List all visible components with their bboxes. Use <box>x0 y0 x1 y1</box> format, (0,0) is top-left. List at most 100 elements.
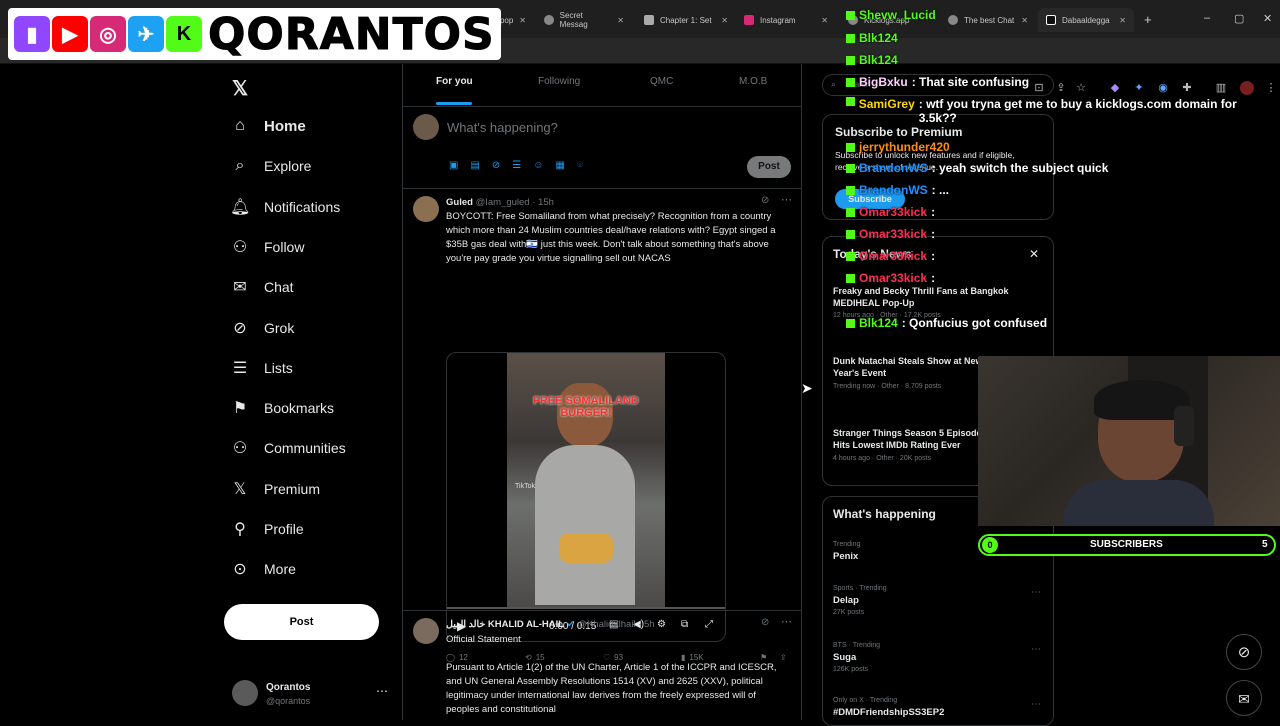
chat-username[interactable]: BrandonWS <box>859 161 928 175</box>
close-icon[interactable]: ✕ <box>721 16 728 25</box>
gif-icon[interactable]: ▤ <box>470 160 479 171</box>
chat-username[interactable]: Omar33kick <box>859 227 927 241</box>
grok-icon[interactable]: ⊘ <box>761 195 769 206</box>
avatar[interactable] <box>413 196 439 222</box>
chat-username[interactable]: BigBxku <box>859 75 908 89</box>
news-item[interactable]: Freaky and Becky Thrill Fans at Bangkok … <box>833 285 1023 319</box>
chat-username[interactable]: Omar33kick <box>859 249 927 263</box>
chat-username[interactable]: Blk124 <box>859 31 898 45</box>
puzzle-icon[interactable]: ✚ <box>1180 81 1194 95</box>
sidebar-item-explore[interactable]: ⌕ Explore <box>230 151 312 181</box>
sidebar-item-label: Explore <box>264 158 312 175</box>
author-handle[interactable]: @Khalidalhail <box>577 619 635 630</box>
compose-post-button[interactable]: Post <box>747 156 791 178</box>
sidebar-item-notifications[interactable]: 🔔︎ Notifications <box>230 192 340 222</box>
tab-qmc[interactable]: QMC <box>650 76 673 87</box>
emoji-icon[interactable]: ☺ <box>533 160 543 171</box>
sidebar-item-more[interactable]: ⊙ More <box>230 554 296 584</box>
tab-mob[interactable]: M.O.B <box>739 76 767 87</box>
image-icon[interactable]: ▣ <box>449 160 458 171</box>
compose-input[interactable]: What's happening? <box>447 120 558 135</box>
more-icon[interactable]: ⋯ <box>1031 644 1041 655</box>
sidebar-item-communities[interactable]: ⚇ Communities <box>230 433 346 463</box>
chat-username[interactable]: Shevw_Lucid <box>859 8 936 22</box>
minimize-icon[interactable]: – <box>1204 12 1210 24</box>
chat-username[interactable]: Omar33kick <box>859 271 927 285</box>
close-icon[interactable]: ✕ <box>1029 247 1039 261</box>
share-icon[interactable]: ⇪ <box>1054 81 1068 95</box>
chat-username[interactable]: SamiGrey <box>859 97 915 111</box>
sidebar-item-premium[interactable]: 𝕏 Premium <box>230 474 320 504</box>
author-name[interactable]: خالد الهيل KHALID AL-HAIL <box>446 619 564 630</box>
browser-tab[interactable]: Instagram ✕ <box>736 8 836 32</box>
tab-for-you[interactable]: For you <box>436 76 473 87</box>
schedule-icon[interactable]: ▦ <box>555 160 564 171</box>
tweet-time[interactable]: 15h <box>538 197 554 208</box>
more-icon[interactable]: ⋯ <box>781 615 792 628</box>
avatar[interactable] <box>413 618 439 644</box>
post-button[interactable]: Post <box>224 604 379 640</box>
more-icon[interactable]: ⋯ <box>1031 587 1041 598</box>
messages-icon[interactable]: ✉ <box>1226 680 1262 716</box>
news-item[interactable]: Dunk Natachai Steals Show at New Year's … <box>833 355 983 390</box>
new-tab-button[interactable]: + <box>1144 12 1152 27</box>
author-name[interactable]: Guled <box>446 197 473 208</box>
close-icon[interactable]: ✕ <box>617 16 624 25</box>
close-window-icon[interactable]: ✕ <box>1263 12 1272 25</box>
menu-icon[interactable]: ⋮ <box>1264 81 1278 95</box>
sidebar-item-follow[interactable]: ⚇ Follow <box>230 232 305 262</box>
trend-item[interactable]: Sports · Trending Delap 27K posts ⋯ <box>833 585 1043 616</box>
chat-username[interactable]: jerrythunder420 <box>859 140 950 154</box>
chat-text: : Qonfucius got confused <box>901 316 1048 330</box>
chat-username[interactable]: Blk124 <box>859 316 898 330</box>
more-icon[interactable]: ⋯ <box>781 193 792 206</box>
close-icon[interactable]: ✕ <box>1119 16 1126 25</box>
kick-badge-icon <box>846 185 855 195</box>
news-item[interactable]: Stranger Things Season 5 Episode Hits Lo… <box>833 427 983 462</box>
star-icon[interactable]: ☆ <box>1074 81 1088 95</box>
instagram-icon <box>744 15 754 25</box>
sidebar-item-home[interactable]: ⌂ Home <box>230 111 306 141</box>
extension-icon[interactable]: ◉ <box>1156 81 1170 95</box>
browser-tab[interactable]: The best Chat ✕ <box>940 8 1036 32</box>
poll-icon[interactable]: ☰ <box>512 160 521 171</box>
browser-tab-active[interactable]: Dabaaldegga ✕ <box>1038 8 1134 32</box>
video-player[interactable]: FREE SOMALILAND BURGER! TikTok ▶ 0:00 / … <box>446 352 726 642</box>
sidebar-item-profile[interactable]: ⚲ Profile <box>230 514 304 544</box>
trend-item[interactable]: Only on X · Trending #DMDFriendshipSS3EP… <box>833 697 1043 718</box>
x-logo-icon[interactable]: 𝕏 <box>232 76 248 101</box>
video-progress[interactable] <box>447 607 725 609</box>
browser-tab[interactable]: Chapter 1: Set ✕ <box>636 8 736 32</box>
tab-following[interactable]: Following <box>538 76 580 87</box>
close-icon[interactable]: ✕ <box>1021 16 1028 25</box>
sidebar-item-bookmarks[interactable]: ⚑ Bookmarks <box>230 393 334 423</box>
news-meta: Trending now · Other · 8,709 posts <box>833 383 942 390</box>
trend-item[interactable]: BTS · Trending Suga 126K posts ⋯ <box>833 642 1043 673</box>
tweet[interactable]: خالد الهيل KHALID AL-HAIL ✔ @Khalidalhai… <box>403 610 801 720</box>
sidebar-icon[interactable]: ▥ <box>1214 81 1228 95</box>
sidebar-item-grok[interactable]: ⊘ Grok <box>230 313 294 343</box>
tweet-time[interactable]: 5h <box>644 619 655 630</box>
chat-username[interactable]: BrandonWS <box>859 183 928 197</box>
grok-icon[interactable]: ⊘ <box>492 160 500 171</box>
close-icon[interactable]: ✕ <box>519 16 526 25</box>
author-handle[interactable]: @Iam_guled <box>476 197 530 208</box>
profile-avatar[interactable] <box>1240 81 1254 95</box>
grok-icon[interactable]: ⊘ <box>1226 634 1262 670</box>
maximize-icon[interactable]: ▢ <box>1234 12 1244 25</box>
grok-icon[interactable]: ⊘ <box>761 617 769 628</box>
more-icon[interactable]: ⋯ <box>376 684 388 698</box>
chat-username[interactable]: Omar33kick <box>859 205 927 219</box>
close-icon[interactable]: ✕ <box>821 16 828 25</box>
chat-username[interactable]: Blk124 <box>859 53 898 67</box>
browser-tab[interactable]: Secret Messag ✕ <box>536 8 632 32</box>
location-icon[interactable]: ⌾ <box>577 160 583 171</box>
extension-icon[interactable]: ◆ <box>1108 81 1122 95</box>
account-switcher[interactable]: Qorantos @qorantos ⋯ <box>232 680 392 710</box>
compose-toolbar: ▣ ▤ ⊘ ☰ ☺ ▦ ⌾ <box>449 160 583 171</box>
extension-icon[interactable]: ✦ <box>1132 81 1146 95</box>
more-icon[interactable]: ⋯ <box>1031 699 1041 710</box>
tweet[interactable]: Guled @Iam_guled · 15h ⊘ ⋯ BOYCOTT: Free… <box>403 188 801 662</box>
sidebar-item-chat[interactable]: ✉ Chat <box>230 272 293 302</box>
sidebar-item-lists[interactable]: ☰ Lists <box>230 353 293 383</box>
